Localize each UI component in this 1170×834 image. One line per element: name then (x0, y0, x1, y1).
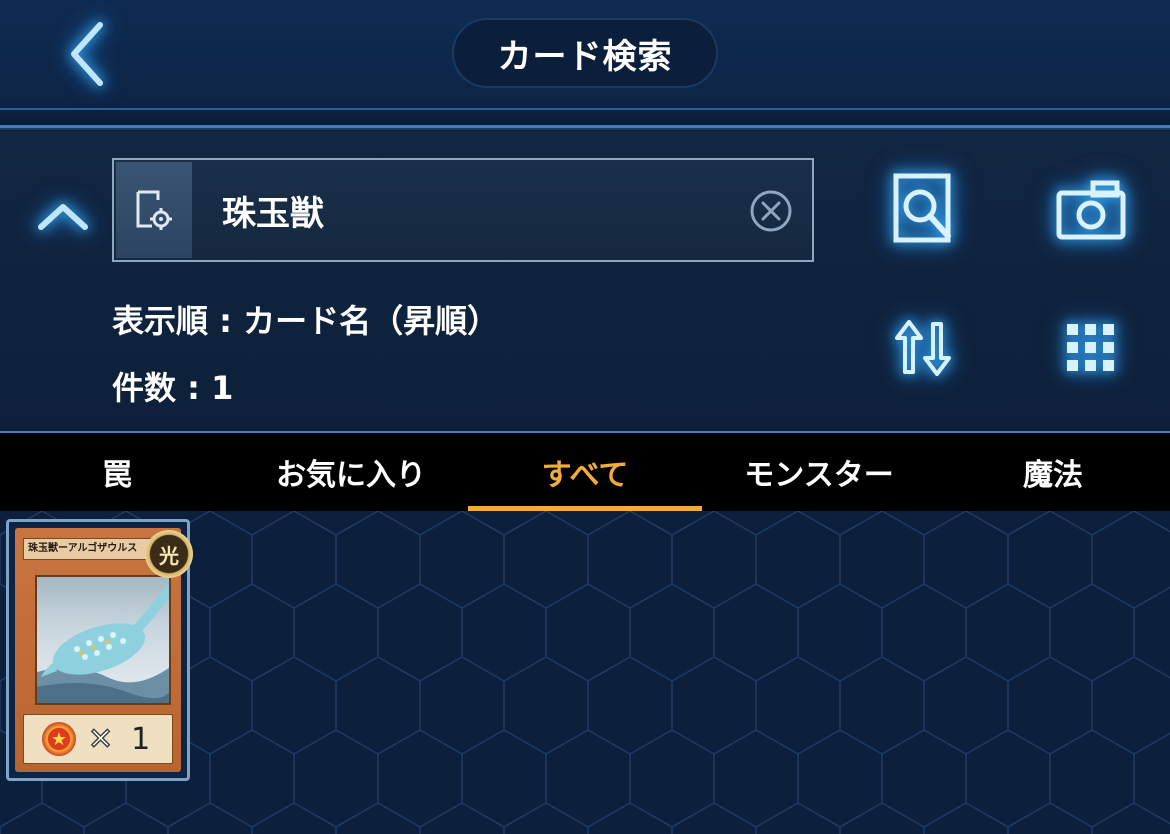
quantity-box: ★ ✕ 1 (23, 714, 173, 764)
search-input[interactable]: 珠玉獣 (222, 160, 722, 260)
camera-button[interactable] (1046, 165, 1136, 255)
multiply-sign: ✕ (87, 721, 114, 758)
creature-artwork-image (37, 584, 169, 703)
card-item[interactable]: 珠玉獣ーアルゴザウルス ★ ✕ 1 光 (6, 519, 193, 781)
rarity-star-icon: ★ (42, 722, 76, 756)
grid-view-button[interactable] (1046, 303, 1136, 393)
top-header: カード検索 (0, 0, 1170, 128)
tab-spell[interactable]: 魔法 (936, 433, 1170, 511)
sort-arrows-icon (895, 320, 951, 376)
card-quantity: 1 (131, 721, 151, 757)
card-grid: 珠玉獣ーアルゴザウルス ★ ✕ 1 光 (0, 511, 1170, 834)
tab-favorites[interactable]: お気に入り (234, 433, 468, 511)
back-button[interactable] (56, 16, 116, 92)
search-box: 珠玉獣 (112, 158, 814, 262)
tab-all[interactable]: すべて (468, 433, 702, 511)
card-artwork (35, 575, 171, 705)
camera-icon (1056, 180, 1126, 240)
clear-circle-x-icon (750, 190, 792, 232)
page-title: カード検索 (452, 18, 718, 88)
detail-search-button[interactable] (878, 165, 968, 255)
result-count-label: 件数 : 1 (112, 369, 234, 407)
category-tabs: 罠 お気に入り すべて モンスター 魔法 (0, 431, 1170, 511)
tab-trap[interactable]: 罠 (0, 433, 234, 511)
chevron-up-icon (38, 204, 88, 230)
attribute-badge: 光 (145, 530, 193, 578)
sort-button[interactable] (878, 303, 968, 393)
card-settings-icon (136, 190, 172, 230)
tab-monster[interactable]: モンスター (702, 433, 936, 511)
filter-button[interactable] (116, 162, 192, 258)
sort-order-label: 表示順 : カード名（昇順） (112, 302, 500, 340)
search-panel: 珠玉獣 表示順: カード名（昇順） 件数: 1 (0, 131, 1170, 431)
clear-search-button[interactable] (748, 188, 794, 234)
collapse-button[interactable] (30, 191, 96, 241)
magnifier-card-icon (893, 173, 951, 243)
grid-view-icon (1067, 324, 1114, 371)
chevron-left-icon (71, 22, 103, 86)
